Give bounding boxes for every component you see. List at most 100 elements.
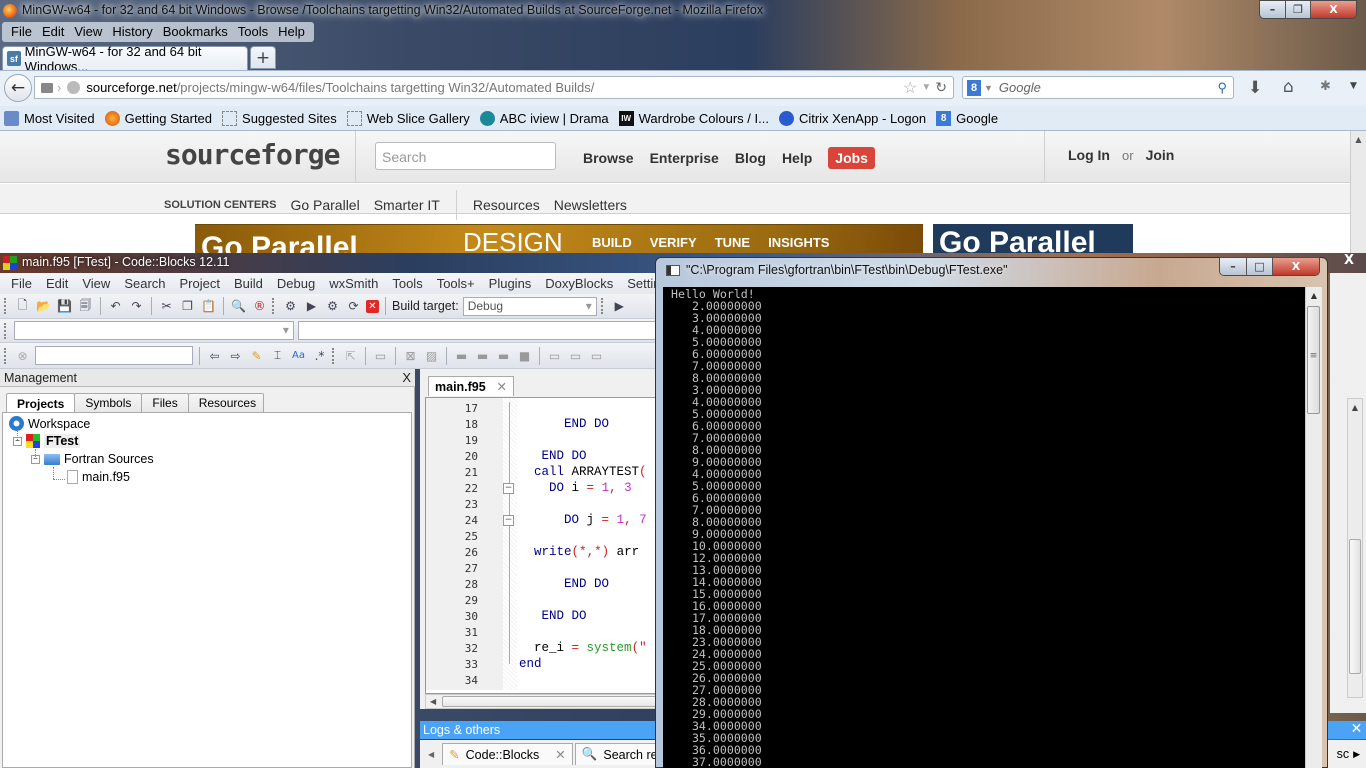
join-link[interactable]: Join [1146,147,1175,163]
save-icon[interactable]: 💾 [56,298,73,315]
highlight-icon[interactable]: ✎ [248,347,265,364]
selected-text-icon[interactable]: ⌶ [269,347,286,364]
paste-icon[interactable]: 📋 [200,298,217,315]
search-next-icon[interactable]: ⇨ [227,347,244,364]
bookmark-web-slice-gallery[interactable]: Web Slice Gallery [346,110,470,126]
search-bar[interactable]: 8 ▼ Google ⚲ [962,76,1234,99]
console-minimize-button[interactable]: – [1220,258,1247,275]
tabs-scroll-left-icon[interactable]: ◀ [428,750,434,759]
search-engine-dropdown-icon[interactable]: ▼ [984,83,993,93]
dialog-icon[interactable]: ⊠ [402,347,419,364]
toolbar-grip[interactable] [272,298,275,314]
cb-menu-view[interactable]: View [75,276,117,291]
incremental-search-input[interactable] [35,346,193,365]
panel-icon[interactable]: ▨ [423,347,440,364]
close-button[interactable]: X [1311,1,1356,18]
fold-toggle-icon[interactable]: − [503,515,514,526]
logs-close-button[interactable]: ✕ [1347,721,1366,739]
sizer-right-icon[interactable]: ▭ [546,347,563,364]
layout-top-icon[interactable]: ▬ [453,347,470,364]
nav-blog[interactable]: Blog [735,150,766,166]
cb-menu-project[interactable]: Project [173,276,227,291]
fold-toggle-icon[interactable]: − [503,483,514,494]
truncated-tab[interactable]: sc [1337,747,1350,761]
debug-run-icon[interactable]: ▶ [611,298,628,315]
cb-menu-tools-plus[interactable]: Tools+ [430,276,482,291]
restore-button[interactable]: ❐ [1286,1,1311,18]
menu-history[interactable]: History [107,22,157,42]
tree-item-workspace[interactable]: Workspace [9,416,90,431]
redo-icon[interactable]: ↷ [128,298,145,315]
open-folder-icon[interactable]: 📂 [35,298,52,315]
bookmark-most-visited[interactable]: Most Visited [4,110,95,126]
management-close-button[interactable]: X [402,370,411,385]
bookmark-google[interactable]: 8 Google [936,110,998,126]
toolbar-menu-dropdown-icon[interactable]: ▼ [1350,81,1357,91]
subnav-resources[interactable]: Resources [473,197,540,213]
sourceforge-logo[interactable]: sourceforge [165,138,340,171]
cb-menu-build[interactable]: Build [227,276,270,291]
tab-files[interactable]: Files [141,393,189,414]
logs-tab-close-icon[interactable]: ✕ [555,747,565,762]
nav-help[interactable]: Help [782,150,812,166]
console-output[interactable]: Hello World! 2.00000000 3.00000000 4.000… [663,287,1305,768]
url-bar[interactable]: › sourceforge.net /projects/mingw-w64/fi… [34,76,954,99]
copy-icon[interactable]: ❐ [179,298,196,315]
console-close-button[interactable]: X [1273,258,1319,275]
cb-menu-tools[interactable]: Tools [385,276,429,291]
bookmark-wardrobe-colours[interactable]: IW Wardrobe Colours / I... [618,110,769,126]
cut-icon[interactable]: ✂ [158,298,175,315]
layout-full-icon[interactable]: ■ [516,347,533,364]
toolbar-grip[interactable] [4,298,7,314]
cb-menu-edit[interactable]: Edit [39,276,75,291]
cb-menu-file[interactable]: File [4,276,39,291]
scope-select[interactable] [13,321,294,340]
toolbar-grip[interactable] [332,347,335,364]
bookmark-abc-iview[interactable]: ABC iview | Drama [479,110,609,126]
tab-projects[interactable]: Projects [6,393,76,414]
cb-menu-debug[interactable]: Debug [270,276,322,291]
menu-file[interactable]: File [6,22,37,42]
nav-jobs[interactable]: Jobs [828,147,875,169]
scroll-left-icon[interactable]: ◀ [430,697,436,706]
menu-help[interactable]: Help [273,22,310,42]
scroll-thumb[interactable] [1349,539,1361,674]
run-icon[interactable]: ▶ [303,298,320,315]
bookmark-suggested-sites[interactable]: Suggested Sites [222,110,337,126]
toolbar-grip[interactable] [600,298,604,314]
url-dropdown-icon[interactable]: ▼ [921,82,931,93]
pointer-icon[interactable]: ⇱ [342,347,359,364]
editor-horizontal-scrollbar[interactable]: ◀ [425,694,660,709]
reload-icon[interactable]: ↻ [935,79,947,96]
cb-menu-wxsmith[interactable]: wxSmith [322,276,385,291]
search-magnifier-icon[interactable]: ⚲ [1217,80,1227,96]
tabs-scroll-right-icon[interactable]: ▶ [1353,749,1360,760]
sizer-left-icon[interactable]: ▭ [567,347,584,364]
codeblocks-close-button[interactable]: X [1334,253,1364,269]
tree-item-folder[interactable]: − Fortran Sources [31,452,154,466]
login-link[interactable]: Log In [1068,147,1110,163]
subnav-smarter-it[interactable]: Smarter IT [374,197,440,213]
scroll-thumb[interactable] [442,696,657,707]
tree-item-project[interactable]: − FTest [13,434,81,448]
logs-tab-codeblocks[interactable]: ✎ Code::Blocks ✕ [442,743,573,765]
build-gear-icon[interactable]: ⚙ [282,298,299,315]
nav-enterprise[interactable]: Enterprise [650,150,719,166]
function-select[interactable] [297,321,660,340]
sourceforge-search-input[interactable]: Search [375,142,556,170]
editor-tab-close-icon[interactable]: ✕ [497,379,507,394]
back-button[interactable]: ← [4,74,32,102]
downloads-icon[interactable]: ⬇ [1248,78,1262,98]
find-icon[interactable]: 🔍 [230,298,247,315]
scroll-up-icon[interactable]: ▲ [1351,135,1366,144]
home-icon[interactable]: ⌂ [1283,77,1294,97]
replace-icon[interactable]: ® [251,298,268,315]
cb-menu-plugins[interactable]: Plugins [482,276,539,291]
tab-resources[interactable]: Resources [187,393,264,414]
console-scroll-thumb[interactable]: ≡ [1307,306,1320,414]
editor-tab-main-f95[interactable]: main.f95 ✕ [428,376,514,396]
go-parallel-banner-ad[interactable]: Go Parallel DESIGN BUILD VERIFY TUNE INS… [195,224,923,254]
layout-middle-icon[interactable]: ▬ [474,347,491,364]
bookmark-citrix[interactable]: Citrix XenApp - Logon [778,110,926,126]
cb-menu-search[interactable]: Search [117,276,172,291]
